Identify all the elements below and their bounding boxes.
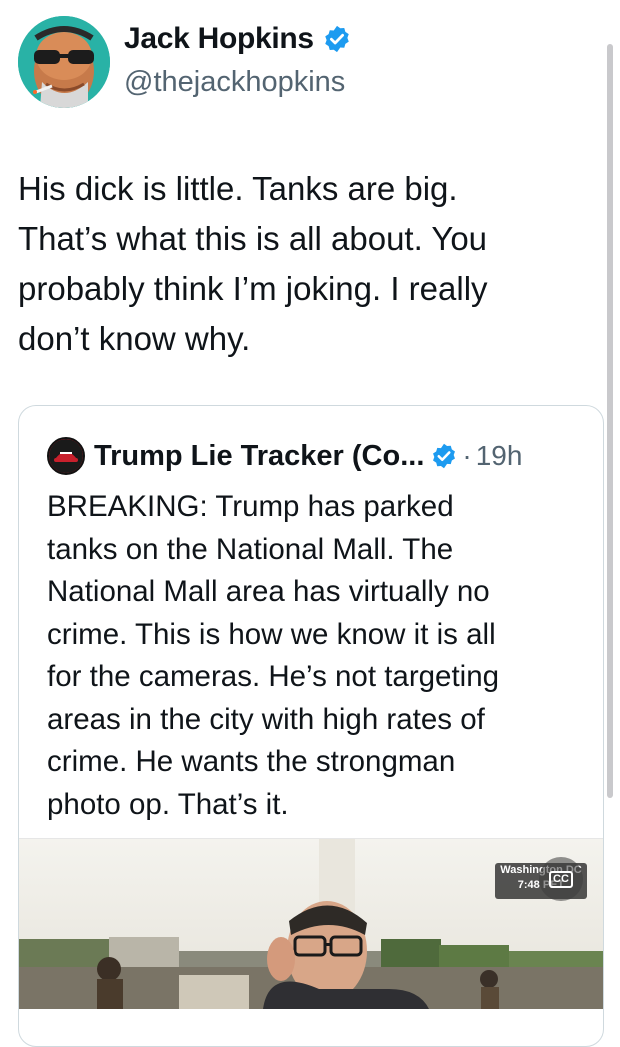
quoted-author-avatar[interactable] — [47, 437, 85, 475]
verified-badge-icon[interactable] — [430, 442, 458, 470]
video-player[interactable]: Washington DC 7:48 PET CC — [19, 838, 603, 1009]
quoted-timestamp[interactable]: 19h — [476, 440, 523, 472]
closed-captions-button[interactable]: CC — [539, 857, 583, 901]
verified-badge-icon[interactable] — [322, 24, 352, 54]
author-name[interactable]: Jack Hopkins — [124, 22, 314, 56]
quoted-author-name[interactable]: Trump Lie Tracker (Co... — [94, 440, 424, 473]
tweet-text: His dick is little. Tanks are big. That’… — [18, 170, 488, 357]
closed-captions-icon: CC — [549, 870, 573, 888]
quoted-tweet-text: BREAKING: Trump has parked tanks on the … — [47, 490, 500, 821]
quoted-tweet-header: Trump Lie Tracker (Co... · 19h — [47, 436, 522, 476]
author-name-row[interactable]: Jack Hopkins — [124, 22, 352, 56]
author-handle[interactable]: @thejackhopkins — [124, 66, 345, 99]
scrollbar[interactable] — [607, 44, 613, 798]
author-avatar[interactable] — [18, 16, 110, 108]
quoted-separator: · — [462, 440, 472, 471]
quoted-tweet-card[interactable]: Trump Lie Tracker (Co... · 19h BREAKING:… — [18, 405, 604, 1047]
